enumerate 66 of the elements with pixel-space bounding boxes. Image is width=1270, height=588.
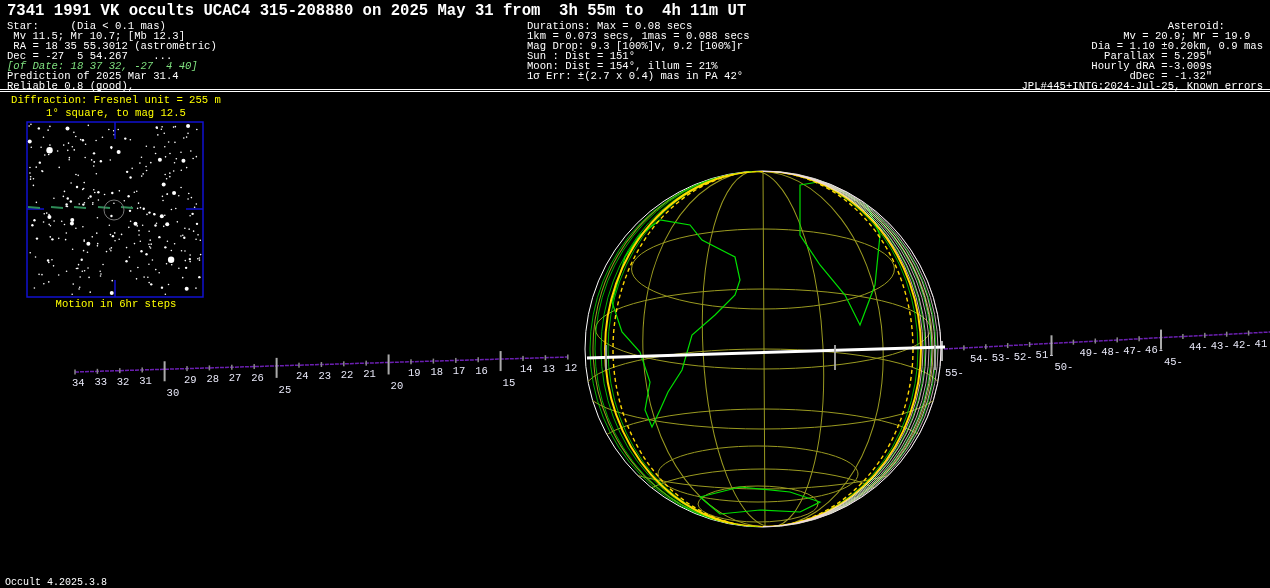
minute-label: 30	[166, 387, 180, 400]
minute-label: 54-	[969, 352, 989, 365]
asteroid-info-line: dDec = -1.32"	[1129, 71, 1214, 81]
star-info-line: Dec = -27 5 54.267 ...	[7, 51, 173, 61]
asteroid-info-line: JPL#445+INTG:2024-Jul-25, Known errors	[1021, 81, 1263, 91]
asteroid-info-line: Asteroid:	[1167, 21, 1226, 31]
version-label: Occult 4.2025.3.8	[5, 577, 108, 588]
event-title: 7341 1991 VK occults UCAC4 315-208880 on 2025 May 31 from 3h 55m to 4h 11m UT	[7, 3, 748, 20]
event-info-line: 1σ Err: ±(2.7 x 0.4) mas in PA 42°	[527, 71, 744, 81]
star-info-line: Prediction of 2025 Mar 31.4	[7, 71, 179, 81]
minute-label: 46-	[1145, 343, 1164, 356]
minute-label: 23	[318, 369, 331, 382]
minute-label: 27	[228, 372, 242, 385]
event-info-line: Durations: Max = 0.08 secs	[527, 21, 693, 31]
minute-label: 12	[564, 362, 578, 374]
minute-label: 17	[452, 365, 466, 378]
minute-label: 53-	[991, 351, 1011, 364]
tick-mark	[834, 344, 836, 371]
minute-label: 50-	[1054, 361, 1074, 374]
minute-label: 48-	[1101, 346, 1121, 359]
minute-label: 42-	[1232, 339, 1252, 352]
minute-label: 44-	[1188, 341, 1208, 354]
minute-label: 55-	[945, 367, 964, 379]
minute-label: 34	[72, 377, 85, 389]
asteroid-info-line: Dia = 1.10 ±0.20km, 0.9 mas	[1091, 41, 1263, 51]
minute-label: 15	[502, 377, 516, 390]
minute-label: 32	[116, 375, 130, 388]
minute-label: 29	[184, 373, 197, 386]
event-info-line: Mag Drop: 9.3 [100%]v, 9.2 [100%]r	[527, 41, 744, 51]
minute-label: 41	[1254, 338, 1268, 351]
minute-label: 18	[430, 366, 443, 379]
star-info-line: Reliable 0.8 (good),	[7, 81, 135, 91]
minute-label: 22	[340, 368, 354, 381]
minute-label: 24	[296, 370, 309, 383]
minute-label: 25	[278, 383, 292, 396]
asteroid-info-line: Hourly dRA =-3.009s	[1091, 61, 1214, 71]
minute-label: 19	[408, 366, 421, 379]
minute-label: 14	[520, 363, 533, 376]
tick-mark	[934, 344, 936, 371]
event-info-line: Moon: Dist = 154°, illum = 21%	[527, 61, 718, 71]
of-date-position: [of Date: 18 37 32, -27 4 40]	[7, 61, 198, 71]
star-info-line: Star: (Dia < 0.1 mas)	[7, 21, 166, 31]
minute-label: 28	[206, 372, 219, 385]
minute-label: 13	[542, 362, 555, 375]
minute-label: 20	[390, 380, 404, 393]
chart-caption: 1° square, to mag 12.5	[46, 107, 186, 120]
minute-label: 47-	[1123, 344, 1143, 357]
star-info-line: Mv 11.5; Mr 10.7; [Mb 12.3]	[12, 31, 185, 41]
asteroid-info-line: Parallax = 5.295"	[1104, 51, 1214, 61]
tick-mark	[605, 344, 607, 371]
minute-label: 21	[363, 368, 376, 381]
chart-caption: Diffraction: Fresnel unit = 255 m	[11, 94, 221, 107]
minute-label: 49-	[1079, 347, 1099, 360]
minute-label: 51-	[1035, 349, 1055, 362]
minute-label: 45-	[1164, 355, 1183, 368]
minute-label: 33	[94, 376, 107, 389]
star-info-line: RA = 18 35 55.3012 (astrometric)	[12, 41, 217, 51]
chart-caption: Motion in 6hr steps	[55, 298, 177, 311]
minute-label: 43-	[1210, 340, 1230, 353]
event-info-line: 1km = 0.073 secs, 1mas = 0.088 secs	[527, 31, 750, 41]
minute-label: 52-	[1013, 350, 1033, 363]
minute-label: 31	[139, 374, 152, 387]
event-info-line: Sun : Dist = 151°	[527, 51, 636, 61]
minute-label: 16	[475, 364, 488, 377]
minute-label: 26	[251, 371, 264, 384]
asteroid-info-line: Mv = 20.9; Mr = 19.9	[1123, 31, 1252, 41]
